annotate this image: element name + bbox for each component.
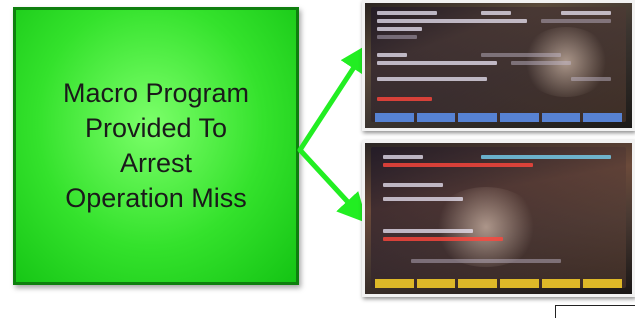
arrow-up (297, 43, 370, 153)
cnc-alarm-display (371, 147, 626, 288)
callout-text: Macro Program Provided To Arrest Operati… (26, 76, 286, 216)
cnc-screen-photo-top (362, 0, 635, 131)
softkey-bar (371, 113, 626, 122)
callout-line-3: Arrest (119, 148, 192, 178)
cnc-screen-photo-bottom (362, 140, 635, 297)
footer-frame (555, 305, 635, 318)
callout-box: Macro Program Provided To Arrest Operati… (13, 7, 299, 285)
callout-line-4: Operation Miss (65, 183, 247, 213)
cnc-screen-display (371, 7, 626, 122)
slide: Macro Program Provided To Arrest Operati… (0, 0, 635, 318)
callout-line-1: Macro Program (62, 78, 250, 108)
arrow-down (297, 147, 368, 224)
callout-line-2: Provided To (84, 113, 228, 143)
softkey-bar (371, 279, 626, 288)
